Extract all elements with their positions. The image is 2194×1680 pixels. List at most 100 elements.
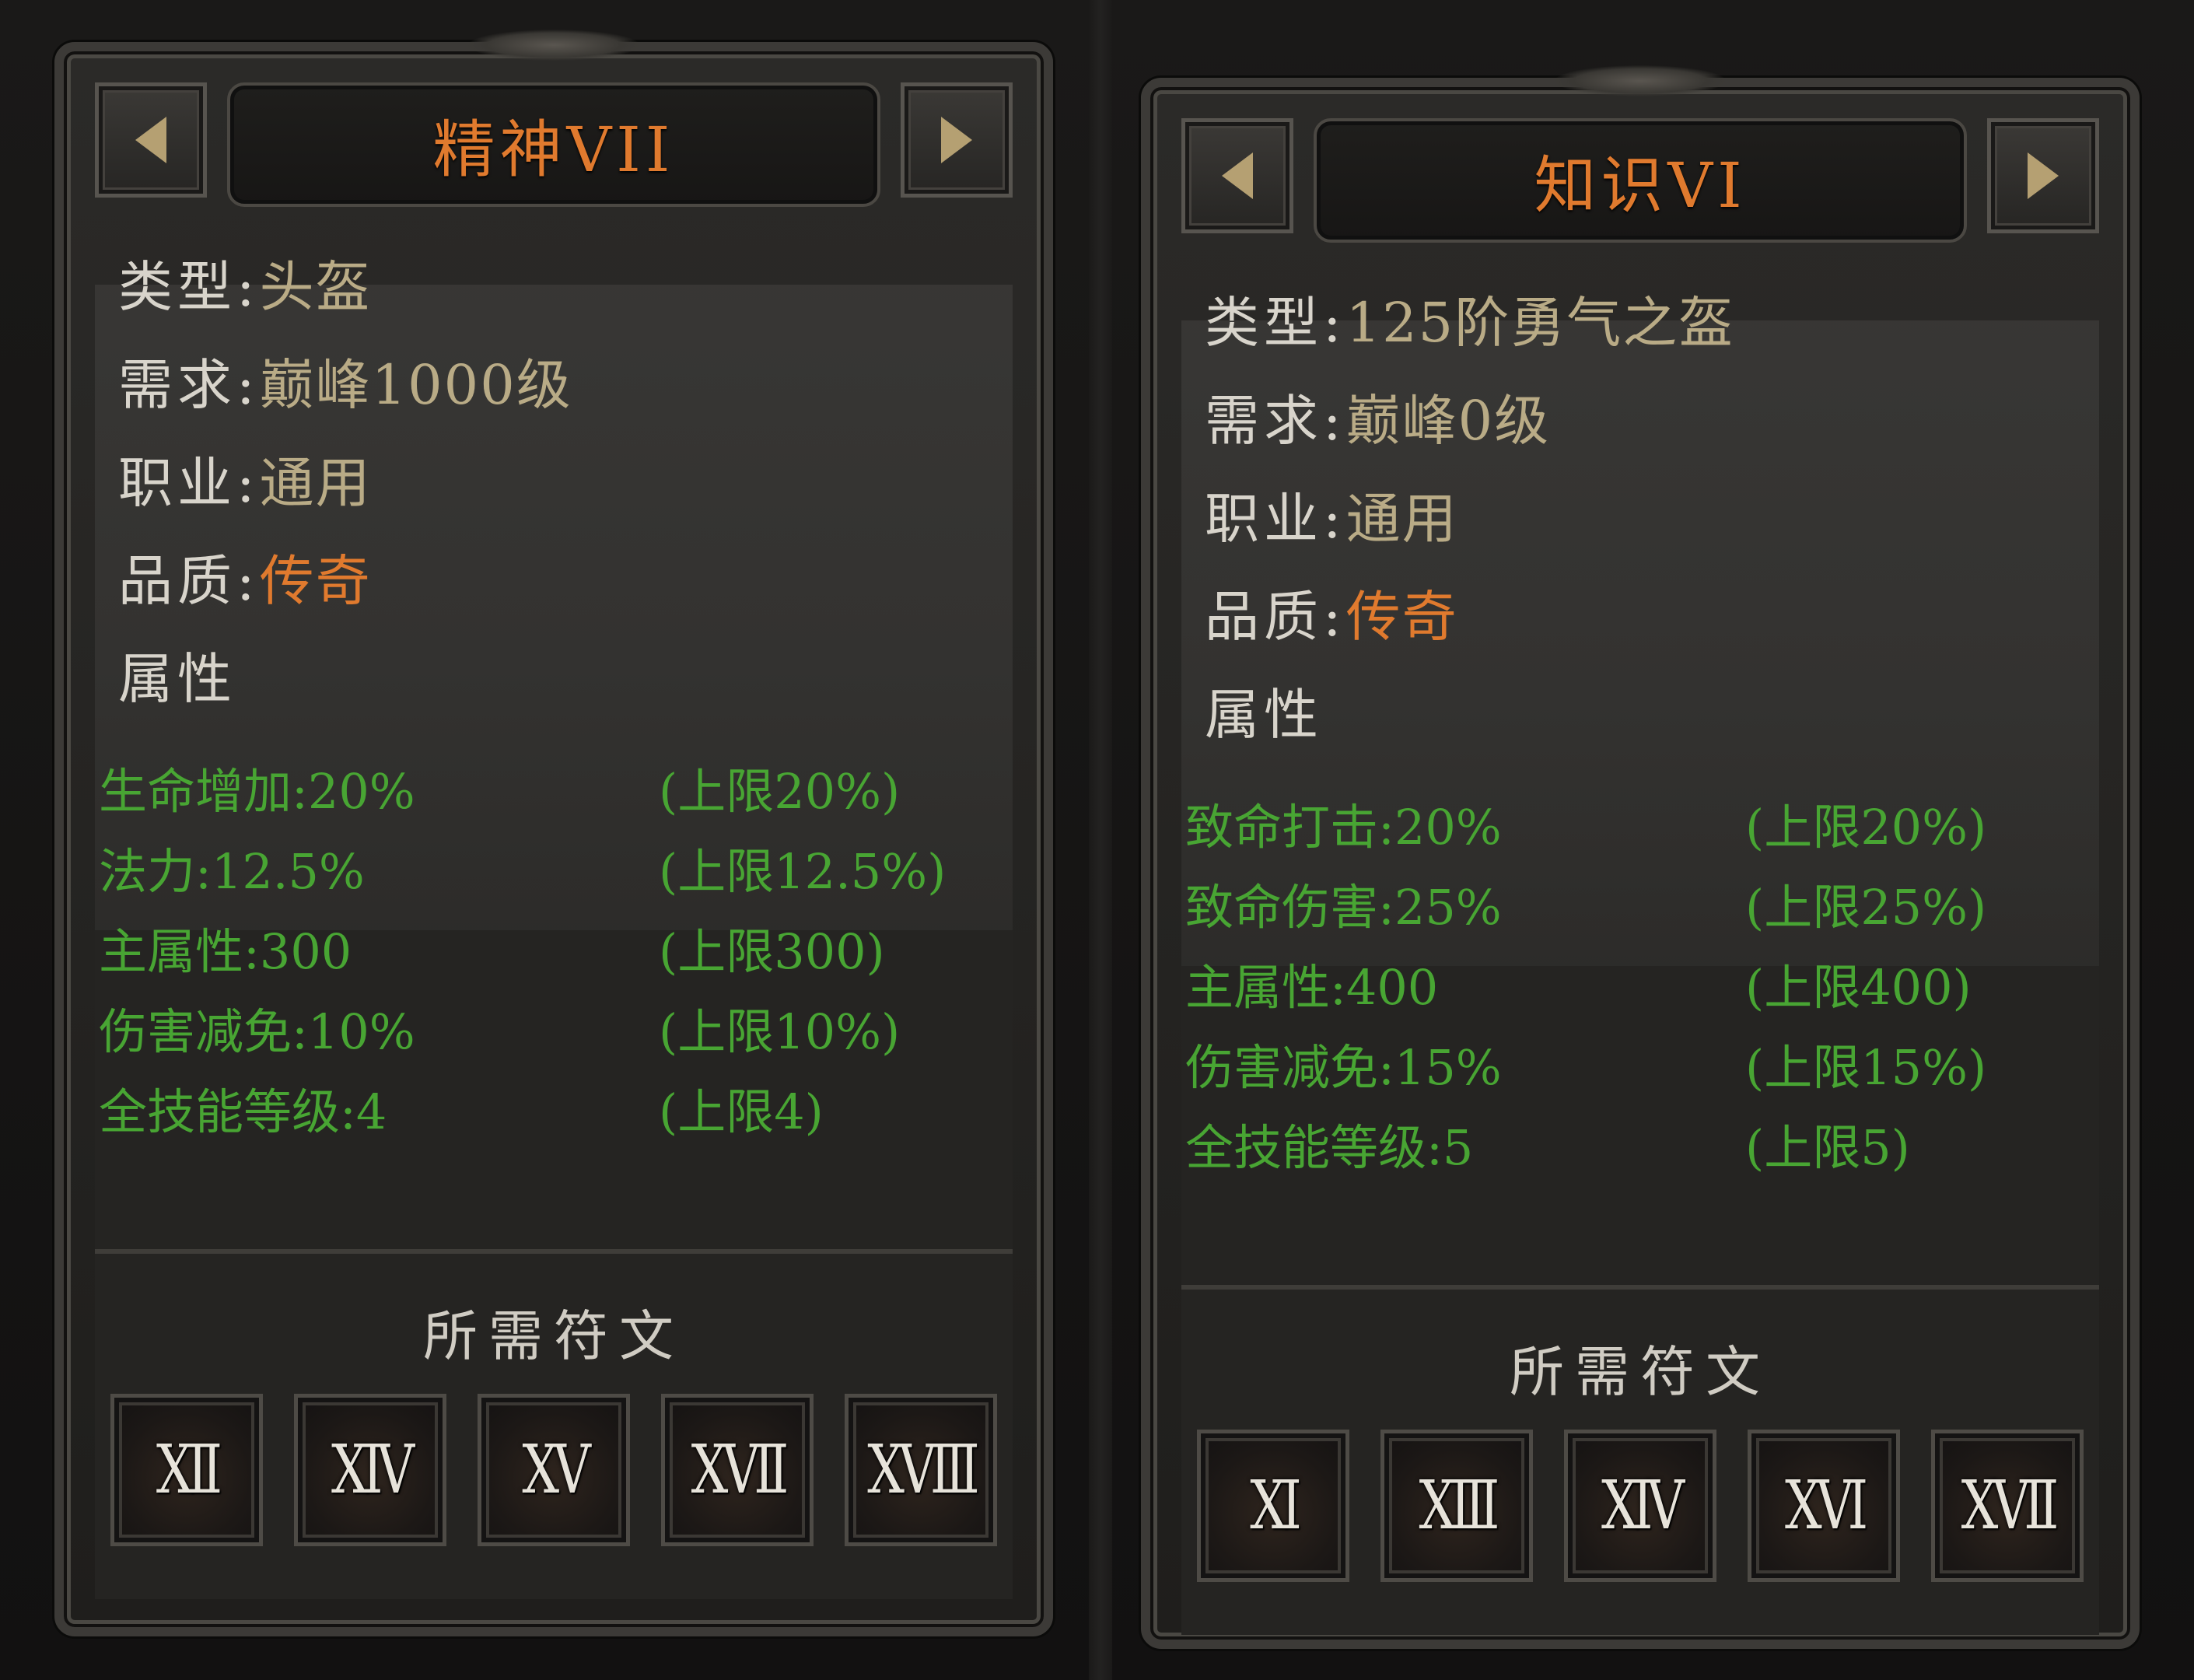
info-row-type: 类型:125阶勇气之盔 xyxy=(1205,274,1734,372)
attribute-row: 致命打击:20% (上限20%) xyxy=(1185,787,2095,867)
info-row-type: 类型:头盔 xyxy=(118,238,572,336)
rune-slot[interactable]: XVII xyxy=(1931,1430,2084,1582)
attribute-cap: (上限300) xyxy=(659,923,885,980)
rune-slot[interactable]: XVII xyxy=(661,1394,814,1546)
attribute-list: 生命增加:20% (上限20%) 法力:12.5% (上限12.5%) 主属性:… xyxy=(99,751,1009,1152)
attribute-stat: 法力:12.5% xyxy=(99,843,365,900)
info-value: 巅峰0级 xyxy=(1345,389,1551,453)
quality-value: 传奇 xyxy=(1345,585,1458,649)
quality-value: 传奇 xyxy=(259,549,372,613)
rune-numeral: XV xyxy=(522,1431,591,1509)
attribute-cap: (上限10%) xyxy=(659,1003,901,1060)
attributes-heading: 属性 xyxy=(1205,666,1734,764)
attribute-list: 致命打击:20% (上限20%) 致命伤害:25% (上限25%) 主属性:40… xyxy=(1185,787,2095,1188)
info-row-class: 职业:通用 xyxy=(1205,470,1734,568)
title-row: 精神VII xyxy=(95,82,1013,207)
info-row-requirement: 需求:巅峰0级 xyxy=(1205,372,1734,470)
triangle-left-icon xyxy=(135,117,166,163)
runeword-title: 知识VI xyxy=(1534,149,1747,222)
info-row-quality: 品质:传奇 xyxy=(118,532,572,630)
rune-slots: XI XIII XIV XVI XVII xyxy=(1197,1430,2084,1585)
rune-numeral: XIV xyxy=(331,1431,415,1509)
info-label: 需求: xyxy=(1205,389,1346,453)
attribute-stat: 全技能等级:5 xyxy=(1185,1119,1474,1176)
rune-numeral: XIV xyxy=(1601,1467,1685,1545)
attribute-cap: (上限5) xyxy=(1745,1119,1910,1176)
panel-divider xyxy=(1089,0,1112,1680)
info-row-class: 职业:通用 xyxy=(118,434,572,532)
attributes-heading: 属性 xyxy=(118,630,572,728)
triangle-left-icon xyxy=(1222,152,1253,199)
info-label: 类型: xyxy=(118,255,260,319)
attribute-cap: (上限20%) xyxy=(659,763,901,820)
runeword-panel-1: 精神VII 类型:头盔 需求:巅峰1000级 职业:通用 品质:传奇 属性 生命… xyxy=(54,42,1053,1636)
attribute-stat: 主属性:300 xyxy=(99,923,352,980)
attribute-cap: (上限12.5%) xyxy=(659,843,947,900)
item-info: 类型:头盔 需求:巅峰1000级 职业:通用 品质:传奇 属性 xyxy=(118,238,572,728)
info-value: 125阶勇气之盔 xyxy=(1345,291,1735,355)
next-button[interactable] xyxy=(1987,118,2099,233)
rune-numeral: XVII xyxy=(691,1431,789,1509)
attribute-cap: (上限20%) xyxy=(1745,799,1987,856)
stage: 精神VII 类型:头盔 需求:巅峰1000级 职业:通用 品质:传奇 属性 生命… xyxy=(0,0,2194,1680)
rune-numeral: XVIII xyxy=(867,1431,981,1509)
attributes-heading-text: 属性 xyxy=(118,647,236,711)
attribute-row: 主属性:300 (上限300) xyxy=(99,912,1009,992)
attribute-row: 致命伤害:25% (上限25%) xyxy=(1185,867,2095,947)
required-runes-title: 所需符文 xyxy=(1510,1340,1771,1404)
item-info: 类型:125阶勇气之盔 需求:巅峰0级 职业:通用 品质:传奇 属性 xyxy=(1205,274,1734,764)
attribute-row: 伤害减免:15% (上限15%) xyxy=(1185,1027,2095,1108)
attribute-stat: 致命打击:20% xyxy=(1185,799,1502,856)
title-box: 精神VII xyxy=(227,82,880,207)
triangle-right-icon xyxy=(941,117,972,163)
attribute-stat: 伤害减免:10% xyxy=(99,1003,415,1060)
rune-slot[interactable]: XII xyxy=(110,1394,263,1546)
rune-slot[interactable]: XIII xyxy=(1380,1430,1533,1582)
rune-slot[interactable]: XV xyxy=(478,1394,630,1546)
rune-slot[interactable]: XVI xyxy=(1748,1430,1900,1582)
info-row-requirement: 需求:巅峰1000级 xyxy=(118,336,572,434)
title-box: 知识VI xyxy=(1314,118,1967,243)
info-label: 职业: xyxy=(118,451,260,515)
attribute-stat: 生命增加:20% xyxy=(99,763,415,820)
attribute-stat: 伤害减免:15% xyxy=(1185,1039,1502,1096)
attribute-row: 伤害减免:10% (上限10%) xyxy=(99,992,1009,1072)
rune-slot[interactable]: XIV xyxy=(1564,1430,1716,1582)
info-value: 头盔 xyxy=(259,255,372,319)
rune-numeral: XIII xyxy=(1419,1467,1500,1545)
attribute-cap: (上限15%) xyxy=(1745,1039,1987,1096)
attribute-row: 全技能等级:5 (上限5) xyxy=(1185,1108,2095,1188)
required-runes-section: 所需符文 XI XIII XIV XVI XVII xyxy=(1181,1285,2099,1635)
next-button[interactable] xyxy=(901,82,1013,198)
required-runes-section: 所需符文 XII XIV XV XVII XVIII xyxy=(95,1249,1013,1599)
rune-slot[interactable]: XI xyxy=(1197,1430,1349,1582)
required-runes-title: 所需符文 xyxy=(423,1304,684,1368)
attribute-row: 全技能等级:4 (上限4) xyxy=(99,1072,1009,1152)
info-label: 需求: xyxy=(118,353,260,417)
attributes-heading-text: 属性 xyxy=(1205,683,1323,747)
attribute-row: 法力:12.5% (上限12.5%) xyxy=(99,831,1009,912)
info-value: 通用 xyxy=(259,451,372,515)
info-label: 职业: xyxy=(1205,487,1346,551)
rune-slot[interactable]: XVIII xyxy=(845,1394,997,1546)
info-label: 品质: xyxy=(118,549,260,613)
rune-slots: XII XIV XV XVII XVIII xyxy=(110,1394,997,1549)
attribute-stat: 致命伤害:25% xyxy=(1185,879,1502,936)
rune-numeral: XVI xyxy=(1785,1467,1868,1545)
attribute-cap: (上限400) xyxy=(1745,959,1972,1016)
attribute-row: 主属性:400 (上限400) xyxy=(1185,947,2095,1027)
attribute-cap: (上限4) xyxy=(659,1083,824,1140)
rune-slot[interactable]: XIV xyxy=(294,1394,446,1546)
triangle-right-icon xyxy=(2028,152,2059,199)
prev-button[interactable] xyxy=(1181,118,1293,233)
runeword-title: 精神VII xyxy=(432,114,675,186)
rune-numeral: XVII xyxy=(1961,1467,2059,1545)
title-row: 知识VI xyxy=(1181,118,2099,243)
prev-button[interactable] xyxy=(95,82,207,198)
rune-numeral: XI xyxy=(1250,1467,1302,1545)
info-value: 通用 xyxy=(1345,487,1458,551)
info-label: 品质: xyxy=(1205,585,1346,649)
info-row-quality: 品质:传奇 xyxy=(1205,568,1734,666)
rune-numeral: XII xyxy=(156,1431,222,1509)
attribute-row: 生命增加:20% (上限20%) xyxy=(99,751,1009,831)
